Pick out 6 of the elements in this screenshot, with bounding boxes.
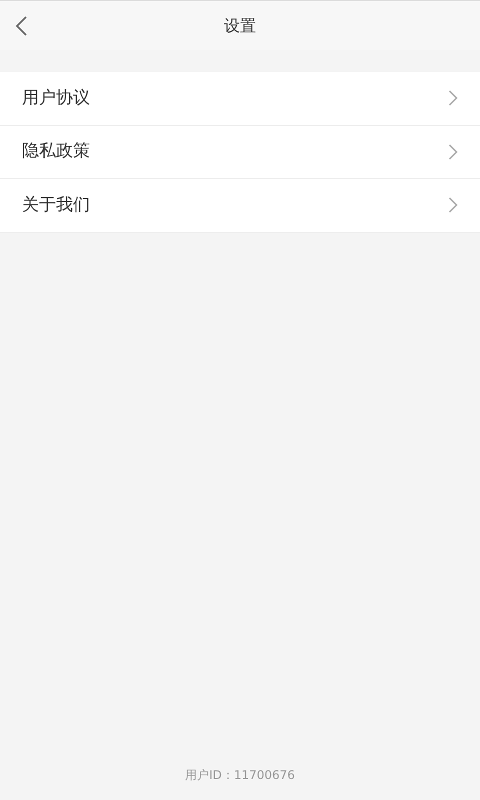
chevron-icon: [448, 197, 458, 214]
chevron-icon: [448, 144, 458, 160]
user-id-text: 用户ID：11700676: [185, 768, 295, 782]
back-icon: [14, 14, 28, 37]
chevron-icon: [448, 90, 458, 106]
page-title: 设置: [224, 14, 256, 36]
